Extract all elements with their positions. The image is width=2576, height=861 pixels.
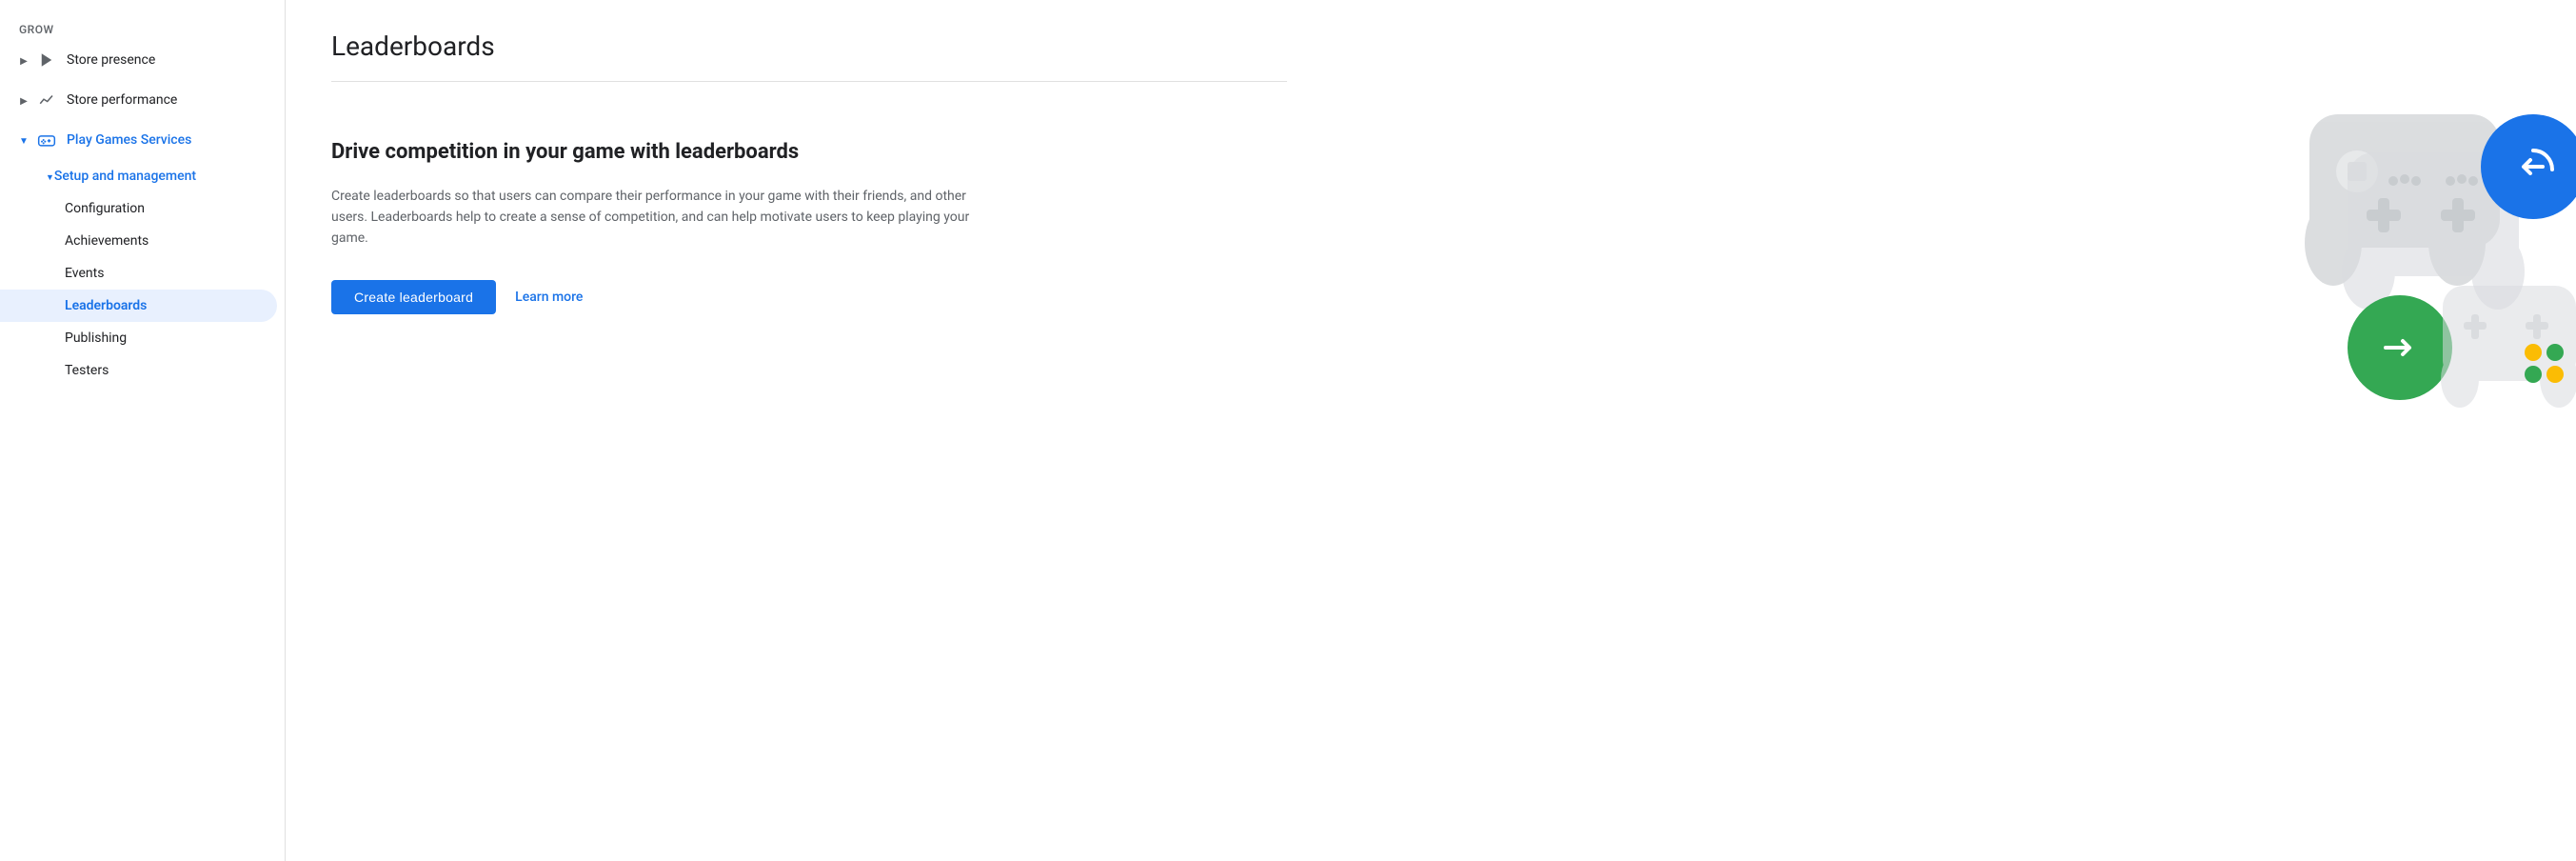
expand-icon-setup	[46, 169, 54, 184]
setup-management-label: Setup and management	[54, 169, 196, 184]
expand-icon-store-performance	[15, 91, 32, 109]
sidebar-deep-item-leaderboards[interactable]: Leaderboards	[0, 290, 277, 322]
main-content: Leaderboards Drive competition in your g…	[286, 0, 2576, 861]
events-label: Events	[65, 266, 104, 281]
sidebar-deep-item-testers[interactable]: Testers	[0, 354, 277, 387]
sidebar-item-play-games-services[interactable]: Play Games Services	[0, 120, 277, 160]
store-performance-label: Store performance	[67, 92, 262, 108]
controller-svg	[2252, 76, 2576, 438]
content-section: Drive competition in your game with lead…	[331, 139, 1287, 314]
sidebar: Grow Store presence Store performance	[0, 0, 286, 861]
title-divider	[331, 81, 1287, 82]
achievements-label: Achievements	[65, 233, 149, 249]
grow-section-label: Grow	[0, 15, 285, 40]
sidebar-deep-item-events[interactable]: Events	[0, 257, 277, 290]
sidebar-deep-item-configuration[interactable]: Configuration	[0, 192, 277, 225]
content-description: Create leaderboards so that users can co…	[331, 186, 998, 250]
sidebar-deep-item-achievements[interactable]: Achievements	[0, 225, 277, 257]
publishing-label: Publishing	[65, 330, 127, 346]
content-text: Drive competition in your game with lead…	[331, 139, 998, 314]
leaderboards-label: Leaderboards	[65, 298, 147, 313]
illustration	[2252, 76, 2576, 438]
store-presence-icon	[36, 50, 57, 70]
play-games-label: Play Games Services	[67, 132, 262, 148]
sidebar-deep-item-publishing[interactable]: Publishing	[0, 322, 277, 354]
configuration-label: Configuration	[65, 201, 145, 216]
store-performance-icon	[36, 90, 57, 110]
learn-more-link[interactable]: Learn more	[515, 290, 583, 305]
page-title: Leaderboards	[331, 30, 1287, 62]
content-headline: Drive competition in your game with lead…	[331, 139, 998, 167]
sidebar-item-store-performance[interactable]: Store performance	[0, 80, 277, 120]
create-leaderboard-button[interactable]: Create leaderboard	[331, 280, 496, 314]
expand-icon-store-presence	[15, 51, 32, 69]
expand-icon-play-games	[15, 131, 32, 149]
play-games-icon	[36, 130, 57, 150]
testers-label: Testers	[65, 363, 109, 378]
sidebar-item-store-presence[interactable]: Store presence	[0, 40, 277, 80]
actions: Create leaderboard Learn more	[331, 280, 998, 314]
sidebar-sub-item-setup-management[interactable]: Setup and management	[0, 160, 277, 192]
store-presence-label: Store presence	[67, 52, 262, 68]
